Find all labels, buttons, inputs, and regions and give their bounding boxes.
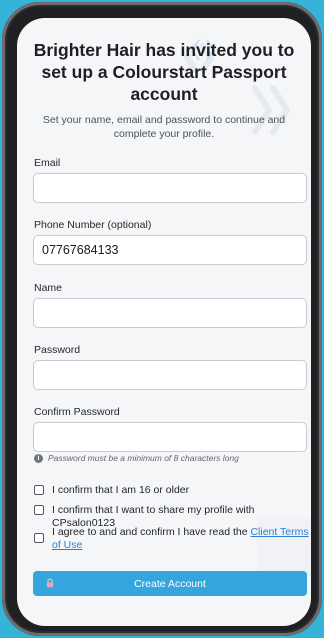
password-hint-text: Password must be a minimum of 8 characte… — [48, 453, 239, 463]
phone-field[interactable] — [33, 235, 307, 265]
create-account-label: Create Account — [134, 577, 206, 590]
phone-frame: Brighter Hair has invited you to set up … — [2, 2, 322, 636]
confirm-password-label: Confirm Password — [34, 406, 120, 418]
terms-confirm-row[interactable]: I agree to and and confirm I have read t… — [34, 526, 309, 552]
email-label: Email — [34, 157, 61, 169]
age-confirm-checkbox[interactable] — [34, 485, 44, 495]
age-confirm-text: I confirm that I am 16 or older — [52, 484, 190, 496]
confirm-password-field[interactable] — [33, 422, 307, 452]
app-screen: Brighter Hair has invited you to set up … — [17, 18, 311, 626]
terms-text: I agree to and and confirm I have read t… — [52, 526, 251, 538]
share-confirm-checkbox[interactable] — [34, 505, 44, 515]
terms-confirm-checkbox[interactable] — [34, 533, 44, 543]
name-field[interactable] — [33, 298, 307, 328]
age-confirm-row[interactable]: I confirm that I am 16 or older — [34, 484, 309, 497]
signup-form: Brighter Hair has invited you to set up … — [17, 18, 311, 626]
create-account-button[interactable]: Create Account — [33, 571, 307, 596]
password-field[interactable] — [33, 360, 307, 390]
password-hint: i Password must be a minimum of 8 charac… — [34, 453, 239, 463]
terms-confirm-text: I agree to and and confirm I have read t… — [52, 526, 309, 552]
email-field[interactable] — [33, 173, 307, 203]
info-icon: i — [34, 453, 43, 463]
password-label: Password — [34, 344, 81, 356]
lock-icon — [46, 578, 54, 588]
page-subtitle: Set your name, email and password to con… — [42, 114, 286, 140]
phone-label: Phone Number (optional) — [34, 219, 152, 231]
page-title: Brighter Hair has invited you to set up … — [33, 40, 295, 104]
name-label: Name — [34, 282, 63, 294]
